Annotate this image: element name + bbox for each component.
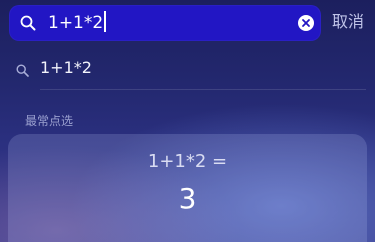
suggestion-item[interactable]: 1+1*2 [0, 50, 375, 86]
clear-button[interactable] [298, 15, 314, 31]
search-query-text: 1+1*2 [48, 13, 104, 33]
suggestion-text: 1+1*2 [40, 58, 92, 77]
search-input[interactable]: 1+1*2 [48, 11, 107, 35]
search-bar[interactable]: 1+1*2 [9, 5, 321, 41]
divider [40, 89, 366, 90]
search-icon [16, 62, 29, 77]
section-header: 最常点选 [25, 114, 74, 128]
cancel-button[interactable]: 取消 [332, 10, 364, 34]
clear-icon [302, 19, 310, 27]
result-expression: 1+1*2 = [147, 151, 228, 172]
result-value: 3 [178, 182, 197, 215]
calculator-result-card[interactable]: 1+1*2 = 3 [8, 134, 367, 242]
text-caret [104, 11, 107, 32]
search-icon [20, 15, 36, 31]
